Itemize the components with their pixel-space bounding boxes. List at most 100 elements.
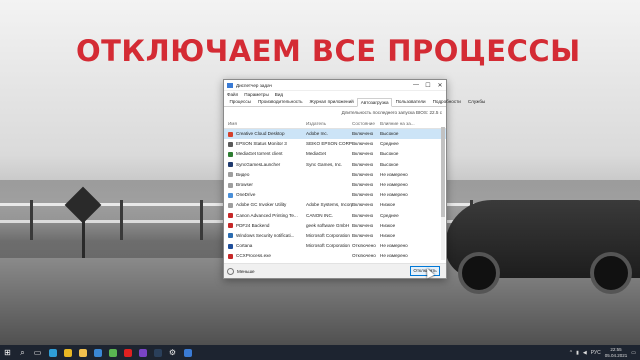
impact-cell: Не измерено	[380, 171, 408, 177]
publisher-cell: geek software GmbH	[306, 222, 350, 228]
program-icon	[228, 131, 233, 137]
title-bar[interactable]: Диспетчер задач — ☐ ✕	[224, 80, 446, 91]
publisher-cell: Microsoft Corporation	[306, 232, 350, 238]
settings-icon[interactable]: ⚙	[165, 345, 180, 360]
explorer-icon-shape	[78, 348, 87, 357]
notifications-icon[interactable]: ▭	[631, 350, 636, 356]
steam-icon[interactable]	[150, 345, 165, 360]
taskbar: ⊞ ⌕ ▭ ⚙ ^ ▮ ◀ РУС 22:55 05.04.2021 ▭	[0, 345, 640, 360]
impact-cell: Не измерено	[380, 181, 408, 187]
task-view-icon[interactable]: ▭	[30, 345, 45, 360]
program-name: Creative Cloud Desktop	[236, 131, 285, 136]
tab-users[interactable]: Пользователи	[392, 97, 429, 106]
youtube-icon[interactable]	[120, 345, 135, 360]
table-row[interactable]: Cortana Microsoft Corporation Отключено Не …	[224, 241, 446, 251]
table-row[interactable]: Browser Включено Не измерено	[224, 180, 446, 190]
media-icon[interactable]	[135, 345, 150, 360]
table-row[interactable]: PDF24 Backend geek software GmbH Включено Н…	[224, 221, 446, 231]
table-row[interactable]: Canon Advanced Printing Te... CANON INC. В…	[224, 211, 446, 221]
clock[interactable]: 22:55 05.04.2021	[605, 347, 628, 358]
edge-icon[interactable]	[45, 345, 60, 360]
table-row[interactable]: Creative Cloud Desktop Adobe Inc. Включено…	[224, 129, 446, 140]
program-name: MediaGet torrent client	[236, 151, 283, 157]
status-cell: Включено	[352, 232, 374, 238]
fewer-details-label: Меньше	[237, 268, 255, 274]
status-cell: Включено	[352, 222, 374, 228]
publisher-cell: Sync Games, Inc.	[306, 161, 343, 167]
program-name: Cortana	[236, 243, 253, 249]
store-icon-shape	[93, 348, 102, 357]
app-icon-shape	[108, 348, 117, 357]
task-manager-icon[interactable]	[180, 345, 195, 360]
close-button[interactable]: ✕	[434, 82, 446, 89]
status-cell: Включено	[352, 171, 374, 177]
startup-list: Creative Cloud Desktop Adobe Inc. Включено…	[224, 129, 446, 272]
program-icon	[228, 172, 233, 178]
tab-services[interactable]: Службы	[464, 97, 488, 106]
publisher-cell: SEIKO EPSON CORPORA...	[306, 141, 352, 147]
impact-cell: Низкое	[380, 202, 396, 208]
app-icon[interactable]	[105, 345, 120, 360]
program-icon	[228, 243, 233, 249]
search-icon[interactable]: ⌕	[15, 345, 30, 360]
column-name[interactable]: Имя	[224, 119, 306, 128]
column-impact[interactable]: Влияние на за...	[380, 119, 420, 128]
program-name: Видео	[236, 171, 250, 177]
column-status[interactable]: Состояние	[352, 119, 380, 128]
impact-cell: Высокое	[380, 161, 399, 167]
status-cell: Включено	[352, 202, 374, 208]
publisher-cell	[306, 180, 352, 190]
publisher-cell: Adobe Inc.	[306, 131, 328, 136]
vertical-scrollbar[interactable]	[441, 127, 445, 260]
chrome-icon-shape	[63, 348, 72, 357]
table-row[interactable]: Adobe GC Invoker Utility Adobe Systems, I…	[224, 200, 446, 210]
table-row[interactable]: CCXProcess.exe Отключено Не измерено	[224, 251, 446, 261]
program-icon	[228, 182, 233, 188]
tab-startup[interactable]: Автозагрузка	[357, 98, 393, 107]
steam-icon-shape	[153, 348, 162, 357]
program-icon	[228, 162, 233, 168]
tray-arrow-icon[interactable]: ^	[570, 350, 572, 356]
table-row[interactable]: Видео Включено Не измерено	[224, 170, 446, 180]
publisher-cell: MediaGet	[306, 151, 326, 157]
windows-start-icon[interactable]: ⊞	[0, 345, 15, 360]
row-name-cell: Creative Cloud Desktop	[224, 129, 306, 139]
scrollbar-thumb[interactable]	[441, 127, 445, 217]
window-title: Диспетчер задач	[236, 82, 272, 88]
publisher-cell	[306, 251, 352, 261]
table-row[interactable]: Windows Security notificati... Microsoft …	[224, 231, 446, 241]
table-row[interactable]: MediaGet torrent client MediaGet Включено В…	[224, 149, 446, 159]
impact-cell: Высокое	[380, 131, 399, 136]
table-row[interactable]: SyncGamesLauncher Sync Games, Inc. Включен…	[224, 160, 446, 170]
impact-cell: Не измерено	[380, 253, 408, 259]
row-name-cell: Windows Security notificati...	[224, 231, 306, 241]
table-row[interactable]: OneDrive Включено Не измерено	[224, 190, 446, 200]
clock-date: 05.04.2021	[604, 352, 628, 358]
table-row[interactable]: EPSON Status Monitor 3 SEIKO EPSON CORPOR…	[224, 139, 446, 149]
program-name: CCXProcess.exe	[236, 253, 271, 259]
row-name-cell: EPSON Status Monitor 3	[224, 139, 306, 149]
column-publisher[interactable]: Издатель	[306, 119, 352, 128]
program-icon	[228, 253, 233, 259]
program-name: Canon Advanced Printing Te...	[236, 212, 298, 218]
minimize-button[interactable]: —	[410, 82, 422, 88]
tab-processes[interactable]: Процессы	[226, 97, 254, 106]
language-indicator[interactable]: РУС	[591, 350, 601, 356]
store-icon[interactable]	[90, 345, 105, 360]
maximize-button[interactable]: ☐	[422, 82, 434, 89]
tab-performance[interactable]: Производительность	[254, 97, 306, 106]
system-tray: ^ ▮ ◀ РУС 22:55 05.04.2021 ▭	[570, 345, 636, 360]
network-icon[interactable]: ▮	[576, 350, 579, 356]
window-footer: Меньше Отключить	[224, 263, 446, 278]
impact-cell: Высокое	[380, 151, 399, 157]
explorer-icon[interactable]	[75, 345, 90, 360]
fewer-details-link[interactable]: Меньше	[224, 267, 410, 275]
tab-details[interactable]: Подробности	[429, 97, 464, 106]
chrome-icon[interactable]	[60, 345, 75, 360]
publisher-cell	[306, 190, 352, 200]
program-icon	[228, 202, 233, 208]
row-name-cell: OneDrive	[224, 190, 306, 200]
status-cell: Включено	[352, 151, 374, 157]
tab-app-history[interactable]: Журнал приложений	[306, 97, 357, 106]
volume-icon[interactable]: ◀	[583, 350, 587, 356]
